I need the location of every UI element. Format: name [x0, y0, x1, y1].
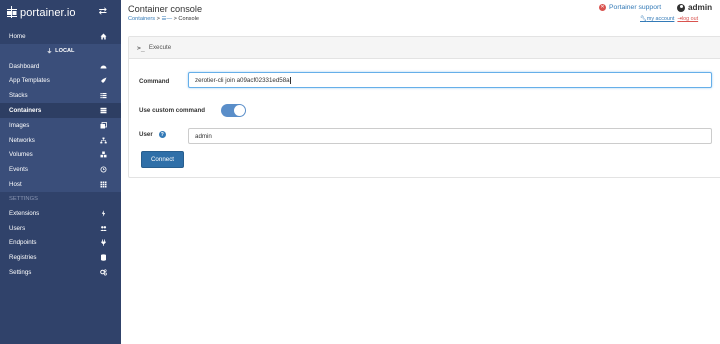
brand-name: portainer.io — [20, 7, 76, 19]
question-circle-icon[interactable]: ? — [158, 131, 166, 138]
terminal-icon: >_ — [137, 43, 145, 52]
user-row: User ? — [139, 131, 166, 138]
sidebar-item-registries[interactable]: Registries — [0, 250, 121, 265]
sidebar-item-host[interactable]: Host — [0, 177, 121, 192]
custom-command-row: Use custom command — [139, 107, 205, 114]
text-caret — [290, 76, 291, 84]
custom-command-toggle[interactable] — [221, 104, 246, 117]
breadcrumb-current: Console — [178, 16, 199, 22]
sidebar-item-label: App Templates — [9, 77, 50, 85]
sidebar-item-label: Images — [9, 121, 30, 129]
page-title: Container console — [128, 4, 203, 14]
database-icon — [100, 254, 107, 261]
sidebar-item-volumes[interactable]: Volumes — [0, 148, 121, 163]
breadcrumb-containers-link[interactable]: Containers — [128, 16, 155, 22]
sidebar-item-label: Volumes — [9, 151, 33, 159]
connect-button[interactable]: Connect — [141, 151, 184, 168]
command-input[interactable]: zerotier-cli join a09acf02331ed58a — [188, 72, 712, 88]
breadcrumb: Containers > ☰— > Console — [128, 16, 199, 22]
sidebar-item-label: Registries — [9, 254, 37, 262]
sidebar-item-containers[interactable]: Containers — [0, 103, 121, 118]
sidebar-item-settings[interactable]: Settings — [0, 265, 121, 280]
main-content: >_ Execute Command zerotier-cli join a09… — [121, 28, 720, 344]
plug-icon: ⏚ — [46, 49, 53, 56]
sidebar: portainer.io ⇄ Home ⏚ LOCAL Dashboard Ap… — [0, 0, 121, 344]
server-icon — [100, 107, 107, 114]
command-row: Command — [139, 78, 169, 85]
execute-panel: >_ Execute Command zerotier-cli join a09… — [128, 36, 720, 178]
endpoint-menu: ⏚ LOCAL Dashboard App Templates Stacks C… — [0, 43, 121, 192]
breadcrumb-container-link[interactable]: ☰— — [161, 16, 172, 22]
sidebar-item-label: Containers — [9, 107, 42, 115]
log-out-label: log out — [681, 16, 699, 22]
sidebar-item-home[interactable]: Home — [0, 29, 121, 44]
username-label: admin — [688, 3, 713, 12]
sidebar-item-label: Dashboard — [9, 62, 40, 70]
sidebar-item-label: Stacks — [9, 92, 28, 100]
wrench-icon: 🔧︎ — [640, 16, 647, 22]
support-label: Portainer support — [609, 4, 662, 11]
portainer-support-link[interactable]: ✕ Portainer support — [599, 4, 661, 11]
user-name: admin — [677, 3, 712, 12]
tachometer-icon — [100, 63, 107, 70]
plug-icon — [100, 239, 107, 247]
home-icon — [100, 33, 107, 40]
log-out-link[interactable]: ⇥log out — [677, 16, 698, 22]
times-circle-icon: ✕ — [599, 4, 606, 11]
user-value: admin — [195, 132, 212, 140]
sidebar-item-stacks[interactable]: Stacks — [0, 88, 121, 103]
sidebar-item-events[interactable]: Events — [0, 162, 121, 177]
exchange-icon[interactable]: ⇄ — [99, 6, 107, 17]
command-value: zerotier-cli join a09acf02331ed58a — [195, 76, 290, 84]
sidebar-item-networks[interactable]: Networks — [0, 133, 121, 148]
list-icon — [100, 92, 107, 99]
sidebar-item-users[interactable]: Users — [0, 221, 121, 236]
user-circle-icon — [677, 3, 685, 12]
sidebar-item-label: Settings — [9, 269, 32, 277]
endpoint-name: ⏚ LOCAL — [0, 44, 121, 59]
sidebar-item-dashboard[interactable]: Dashboard — [0, 59, 121, 74]
sidebar-item-endpoints[interactable]: Endpoints — [0, 236, 121, 251]
my-account-link[interactable]: 🔧︎my account — [640, 16, 674, 22]
custom-command-label: Use custom command — [139, 107, 206, 114]
user-input[interactable]: admin — [188, 128, 712, 144]
page-header: Container console Containers > ☰— > Cons… — [121, 0, 720, 28]
sidebar-item-label: Home — [9, 32, 26, 40]
panel-header: >_ Execute — [129, 37, 720, 59]
endpoint-label: LOCAL — [55, 48, 75, 55]
portainer-logo-icon — [7, 6, 17, 18]
toggle-knob — [234, 105, 245, 116]
my-account-label: my account — [646, 16, 675, 22]
cubes-icon — [100, 151, 107, 158]
user-links: 🔧︎my account ⇥log out — [640, 16, 698, 22]
th-icon — [100, 181, 107, 188]
sidebar-item-app-templates[interactable]: App Templates — [0, 74, 121, 89]
rocket-icon — [100, 77, 107, 84]
sidebar-item-images[interactable]: Images — [0, 118, 121, 133]
sidebar-item-label: Events — [9, 166, 28, 174]
brand[interactable]: portainer.io ⇄ — [0, 0, 121, 26]
sidebar-item-label: Endpoints — [9, 239, 37, 247]
sidebar-item-label: Extensions — [9, 209, 40, 217]
sidebar-item-label: Host — [9, 181, 22, 189]
cogs-icon — [100, 269, 107, 276]
clone-icon — [100, 121, 107, 129]
settings-section-title: SETTINGS — [9, 195, 38, 202]
sidebar-item-extensions[interactable]: Extensions — [0, 206, 121, 221]
sitemap-icon — [100, 137, 107, 144]
panel-title: Execute — [148, 44, 172, 51]
users-icon — [100, 225, 107, 232]
user-label: User — [139, 131, 153, 138]
sidebar-item-label: Users — [9, 224, 26, 232]
command-label: Command — [139, 78, 170, 85]
sidebar-item-label: Networks — [9, 136, 35, 144]
bolt-icon — [100, 210, 107, 217]
history-icon — [100, 166, 107, 173]
